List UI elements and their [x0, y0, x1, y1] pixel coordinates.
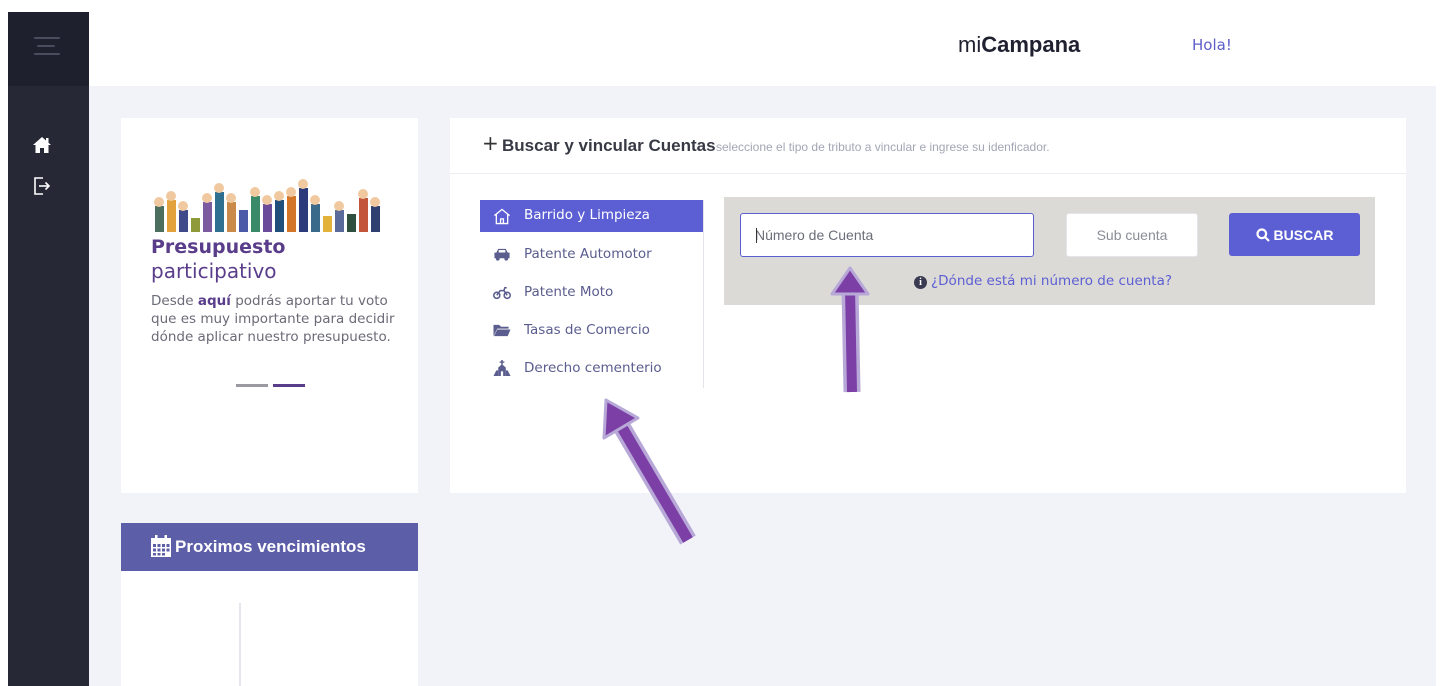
tab-patente-automotor[interactable]: Patente Automotor	[480, 238, 703, 270]
brand-logo[interactable]: miCampana	[958, 32, 1080, 58]
promo-link[interactable]: aquí	[198, 293, 231, 309]
top-bar: miCampana Hola!	[89, 12, 1436, 86]
tab-derecho-cementerio[interactable]: Derecho cementerio	[480, 352, 703, 384]
vencimientos-header: Proximos vencimientos	[121, 523, 418, 571]
logout-icon[interactable]	[32, 176, 56, 200]
buscar-cuentas-subtitle: seleccione el tipo de tributo a vincular…	[716, 140, 1050, 154]
help-text: ¿Dónde está mi número de cuenta?	[931, 273, 1173, 289]
carousel-dot-2[interactable]	[273, 384, 305, 387]
vencimientos-title: Proximos vencimientos	[175, 537, 366, 556]
brand-prefix: mi	[958, 32, 982, 57]
folder-icon	[493, 324, 511, 337]
tab-barrido-limpieza[interactable]: Barrido y Limpieza	[480, 200, 703, 232]
raised-hands-illustration	[154, 179, 380, 232]
info-icon: i	[914, 276, 927, 289]
tab-label: Barrido y Limpieza	[524, 207, 650, 223]
buscar-cuentas-header: + Buscar y vincular Cuentas seleccione e…	[450, 118, 1406, 174]
buscar-label: BUSCAR	[1273, 226, 1334, 243]
calendar-icon	[151, 535, 171, 557]
vencimientos-card: Proximos vencimientos	[121, 523, 418, 686]
app-frame: miCampana Hola! Presupuesto participativ…	[8, 12, 1436, 686]
sub-cuenta-input[interactable]	[1066, 213, 1198, 257]
search-icon	[1255, 227, 1270, 242]
car-icon	[494, 248, 510, 261]
church-icon	[493, 360, 511, 377]
promo-description: Desde aquí podrás aportar tu voto que es…	[151, 293, 395, 345]
user-greeting[interactable]: Hola!	[1192, 36, 1232, 54]
search-panel: BUSCAR i ¿Dónde está mi número de cuenta?	[724, 197, 1375, 305]
menu-toggle-icon[interactable]	[32, 35, 60, 57]
sidebar-header	[8, 12, 89, 86]
carousel-dot-1[interactable]	[236, 384, 268, 387]
timeline-line	[239, 603, 241, 686]
tab-label: Tasas de Comercio	[524, 322, 650, 338]
tab-label: Patente Moto	[524, 284, 614, 300]
donde-numero-cuenta-link[interactable]: i ¿Dónde está mi número de cuenta?	[914, 273, 1172, 289]
buscar-button[interactable]: BUSCAR	[1229, 213, 1360, 256]
text-cursor	[756, 228, 757, 243]
brand-bold: Campana	[981, 32, 1081, 57]
tab-label: Patente Automotor	[524, 246, 652, 262]
buscar-cuentas-title: Buscar y vincular Cuentas	[502, 136, 716, 155]
numero-cuenta-input[interactable]	[740, 213, 1034, 257]
tab-tasas-comercio[interactable]: Tasas de Comercio	[480, 314, 703, 346]
house-icon	[494, 208, 510, 225]
motorcycle-icon	[493, 287, 511, 300]
plus-icon: +	[482, 131, 499, 155]
buscar-cuentas-card: + Buscar y vincular Cuentas seleccione e…	[450, 118, 1406, 493]
sidebar	[8, 12, 89, 686]
promo-subtitle: participativo	[151, 259, 277, 283]
tributo-tabs: Barrido y Limpieza Patente Automotor Pat…	[480, 200, 704, 388]
home-icon[interactable]	[32, 136, 56, 160]
promo-title: Presupuesto	[151, 236, 286, 258]
tab-patente-moto[interactable]: Patente Moto	[480, 276, 703, 308]
tab-label: Derecho cementerio	[524, 360, 662, 376]
presupuesto-card: Presupuesto participativo Desde aquí pod…	[121, 118, 418, 493]
